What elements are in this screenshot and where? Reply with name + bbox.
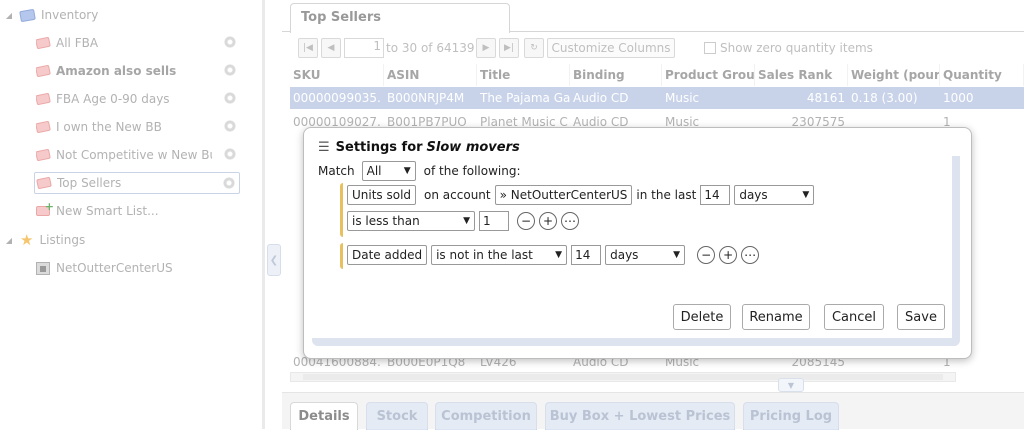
- unit-select[interactable]: days ▼: [734, 185, 815, 205]
- dropdown-caret-icon: ▼: [802, 190, 810, 200]
- save-button[interactable]: Save: [897, 304, 945, 330]
- dropdown-caret-icon: ▼: [673, 250, 681, 260]
- menu-icon[interactable]: ☰: [318, 140, 330, 155]
- match-row: Match All ▼ of the following:: [318, 161, 521, 181]
- unit-select[interactable]: days ▼: [605, 245, 686, 265]
- rename-button[interactable]: Rename: [742, 304, 810, 330]
- field-units-sold-button[interactable]: Units sold: [347, 185, 417, 205]
- account-button[interactable]: » NetOutterCenterUS: [494, 185, 633, 205]
- smart-list-settings-dialog: ☰ Settings for Slow movers Match All ▼ of…: [303, 127, 972, 359]
- plus-icon: +: [723, 248, 734, 262]
- operator-value: is less than: [352, 214, 420, 228]
- dropdown-caret-icon: ▼: [463, 216, 470, 226]
- days-number-input[interactable]: 14: [700, 185, 731, 205]
- of-following-label: of the following:: [423, 164, 521, 178]
- minus-icon: −: [520, 214, 532, 228]
- condition-units-sold: Units sold on account » NetOutterCenterU…: [340, 183, 820, 237]
- remove-condition-button[interactable]: −: [697, 246, 716, 264]
- add-condition-button[interactable]: +: [539, 212, 557, 230]
- match-label: Match: [318, 164, 355, 178]
- plus-icon: +: [542, 214, 554, 228]
- dialog-title-prefix: Settings for: [335, 140, 423, 155]
- operator-value: is not in the last: [436, 248, 533, 262]
- condition-date-added: Date added is not in the last ▼ 14 days ▼ …: [340, 243, 780, 269]
- operator-select[interactable]: is not in the last ▼: [431, 245, 568, 265]
- delete-button[interactable]: Delete: [673, 304, 731, 330]
- condition-row: Units sold on account » NetOutterCenterU…: [347, 185, 815, 205]
- more-options-button[interactable]: ⋯: [561, 212, 579, 230]
- unit-value: days: [610, 248, 639, 262]
- days-number-input[interactable]: 14: [571, 245, 602, 265]
- on-account-label: on account: [424, 188, 491, 202]
- match-value: All: [366, 164, 382, 178]
- in-the-last-label: in the last: [636, 188, 697, 202]
- match-select[interactable]: All ▼: [361, 161, 416, 181]
- dropdown-caret-icon: ▼: [555, 250, 563, 260]
- remove-condition-button[interactable]: −: [517, 212, 535, 230]
- operator-select[interactable]: is less than ▼: [347, 211, 475, 231]
- dialog-title: ☰ Settings for Slow movers: [318, 140, 520, 155]
- more-options-button[interactable]: ⋯: [741, 246, 760, 264]
- unit-value: days: [739, 188, 768, 202]
- add-condition-button[interactable]: +: [719, 246, 738, 264]
- condition-row: Date added is not in the last ▼ 14 days ▼ …: [347, 245, 760, 265]
- dialog-list-name: Slow movers: [426, 140, 520, 155]
- cancel-button[interactable]: Cancel: [824, 304, 884, 330]
- ellipsis-icon: ⋯: [744, 248, 757, 262]
- ellipsis-icon: ⋯: [564, 214, 576, 228]
- minus-icon: −: [701, 248, 712, 262]
- value-input[interactable]: 1: [479, 211, 509, 231]
- field-date-added-button[interactable]: Date added: [347, 245, 428, 265]
- condition-row: is less than ▼ 1 − + ⋯: [347, 211, 579, 231]
- dropdown-caret-icon: ▼: [403, 166, 411, 176]
